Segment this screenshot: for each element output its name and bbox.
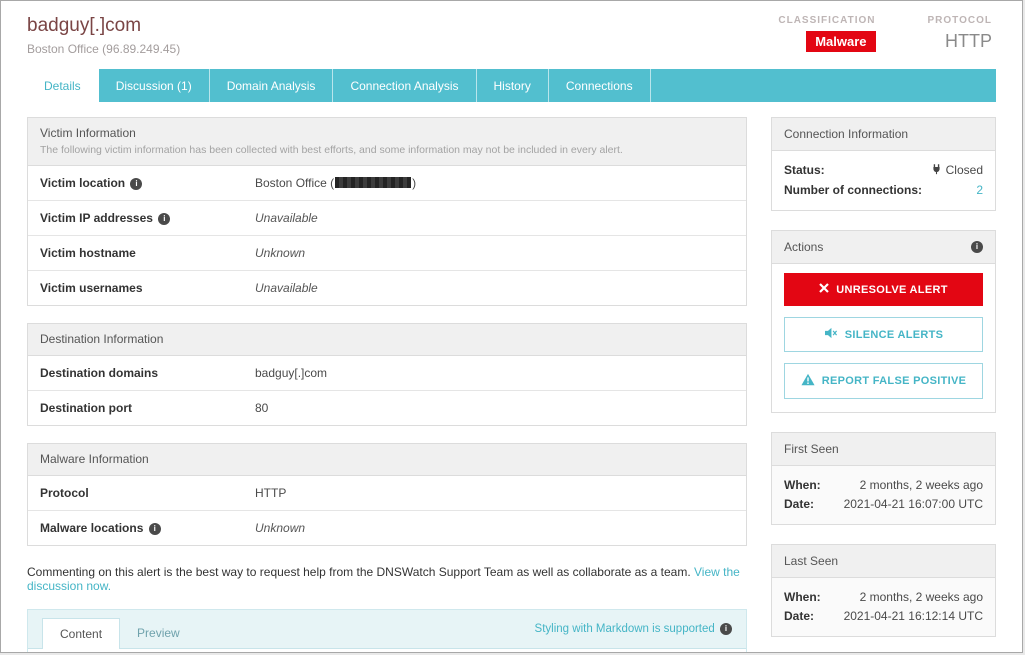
row-value: 80	[255, 401, 268, 415]
box-body: UNRESOLVE ALERT SILENCE ALERTS REPORT FA…	[772, 264, 995, 412]
section-title: Destination Information	[40, 332, 734, 346]
connection-information-box: Connection Information Status: Closed Nu…	[771, 117, 996, 211]
page-title: badguy[.]com	[27, 15, 180, 37]
status-value: Closed	[931, 163, 983, 178]
row-label: Victim hostname	[40, 246, 136, 260]
table-row: Destination domains badguy[.]com	[28, 356, 746, 391]
protocol-label: PROTOCOL	[928, 15, 992, 26]
connections-label: Number of connections:	[784, 183, 922, 197]
row-label: Destination domains	[40, 366, 158, 380]
protocol-value: HTTP	[928, 31, 992, 52]
status-label: Status:	[784, 163, 825, 177]
box-header: First Seen	[772, 433, 995, 466]
alert-detail-page: badguy[.]com Boston Office (96.89.249.45…	[0, 0, 1023, 653]
redacted-ip	[335, 177, 411, 188]
protocol-block: PROTOCOL HTTP	[928, 15, 992, 56]
box-body: Status: Closed Number of connections: 2	[772, 151, 995, 210]
row-label: Malware locations	[40, 521, 143, 535]
section-subtitle: The following victim information has bee…	[40, 144, 734, 156]
info-icon[interactable]: i	[149, 523, 161, 535]
section-title: Victim Information	[40, 126, 734, 140]
report-false-positive-button[interactable]: REPORT FALSE POSITIVE	[784, 363, 983, 399]
last-seen-box: Last Seen When: 2 months, 2 weeks ago Da…	[771, 544, 996, 637]
section-header: Malware Information	[28, 444, 746, 476]
malware-information-section: Malware Information Protocol HTTP Malwar…	[27, 443, 747, 546]
tab-domain-analysis[interactable]: Domain Analysis	[210, 69, 334, 102]
section-title: Malware Information	[40, 452, 734, 466]
row-value: Boston Office ()	[255, 176, 416, 190]
table-row: Victim usernames Unavailable	[28, 271, 746, 305]
left-column: Victim Information The following victim …	[27, 117, 747, 653]
mute-speaker-icon	[824, 327, 838, 342]
date-row: Date: 2021-04-21 16:12:14 UTC	[784, 606, 983, 625]
box-header: Last Seen	[772, 545, 995, 578]
table-row: Destination port 80	[28, 391, 746, 425]
connections-count-link[interactable]: 2	[976, 183, 983, 197]
plug-icon	[931, 163, 942, 178]
info-icon[interactable]: i	[971, 241, 983, 253]
tab-connection-analysis[interactable]: Connection Analysis	[333, 69, 476, 102]
row-value: Unknown	[255, 521, 305, 535]
comment-tabs: Content Preview Styling with Markdown is…	[28, 610, 746, 649]
row-label: Victim IP addresses	[40, 211, 153, 225]
tab-connections[interactable]: Connections	[549, 69, 651, 102]
row-value: badguy[.]com	[255, 366, 327, 380]
tab-details[interactable]: Details	[27, 69, 99, 102]
page-header: badguy[.]com Boston Office (96.89.249.45…	[1, 1, 1022, 56]
classification-block: CLASSIFICATION Malware	[778, 15, 875, 56]
info-icon[interactable]: i	[130, 178, 142, 190]
row-label: Protocol	[40, 486, 89, 500]
header-meta: CLASSIFICATION Malware PROTOCOL HTTP	[778, 15, 992, 56]
discussion-prompt: Commenting on this alert is the best way…	[27, 565, 747, 593]
info-icon[interactable]: i	[158, 213, 170, 225]
tab-content[interactable]: Content	[42, 618, 120, 649]
row-label: Victim location	[40, 176, 125, 190]
right-column: Connection Information Status: Closed Nu…	[771, 117, 996, 653]
header-left: badguy[.]com Boston Office (96.89.249.45…	[27, 15, 180, 56]
x-icon	[819, 283, 829, 296]
table-row: Malware locations i Unknown	[28, 511, 746, 545]
silence-alerts-button[interactable]: SILENCE ALERTS	[784, 317, 983, 352]
actions-box: Actionsi UNRESOLVE ALERT SILENCE ALERTS …	[771, 230, 996, 413]
classification-badge: Malware	[806, 31, 875, 52]
first-seen-box: First Seen When: 2 months, 2 weeks ago D…	[771, 432, 996, 525]
row-value: Unavailable	[255, 211, 318, 225]
table-row: Victim IP addresses i Unavailable	[28, 201, 746, 236]
date-row: Date: 2021-04-21 16:07:00 UTC	[784, 494, 983, 513]
tab-preview[interactable]: Preview	[120, 618, 197, 648]
markdown-note: Styling with Markdown is supported i	[535, 623, 732, 643]
status-row: Status: Closed	[784, 160, 983, 180]
tab-discussion[interactable]: Discussion (1)	[99, 69, 210, 102]
tab-history[interactable]: History	[477, 69, 549, 102]
main-content: Victim Information The following victim …	[1, 102, 1022, 653]
section-header: Victim Information The following victim …	[28, 118, 746, 166]
destination-information-section: Destination Information Destination doma…	[27, 323, 747, 426]
table-row: Victim location i Boston Office ()	[28, 166, 746, 201]
section-header: Destination Information	[28, 324, 746, 356]
row-value: Unknown	[255, 246, 305, 260]
comment-body	[28, 649, 746, 653]
warning-icon	[801, 373, 815, 389]
row-value: Unavailable	[255, 281, 318, 295]
row-value: HTTP	[255, 486, 286, 500]
tabbar: Details Discussion (1) Domain Analysis C…	[27, 69, 996, 102]
box-header: Connection Information	[772, 118, 995, 151]
table-row: Victim hostname Unknown	[28, 236, 746, 271]
row-label: Victim usernames	[40, 281, 143, 295]
table-row: Protocol HTTP	[28, 476, 746, 511]
connections-row: Number of connections: 2	[784, 180, 983, 199]
victim-information-section: Victim Information The following victim …	[27, 117, 747, 306]
comment-widget: Content Preview Styling with Markdown is…	[27, 609, 747, 653]
info-icon[interactable]: i	[720, 623, 732, 635]
unresolve-alert-button[interactable]: UNRESOLVE ALERT	[784, 273, 983, 306]
box-header: Actionsi	[772, 231, 995, 264]
when-row: When: 2 months, 2 weeks ago	[784, 587, 983, 606]
row-label: Destination port	[40, 401, 132, 415]
page-subtitle: Boston Office (96.89.249.45)	[27, 42, 180, 56]
classification-label: CLASSIFICATION	[778, 15, 875, 26]
box-body: When: 2 months, 2 weeks ago Date: 2021-0…	[772, 466, 995, 524]
when-row: When: 2 months, 2 weeks ago	[784, 475, 983, 494]
box-body: When: 2 months, 2 weeks ago Date: 2021-0…	[772, 578, 995, 636]
